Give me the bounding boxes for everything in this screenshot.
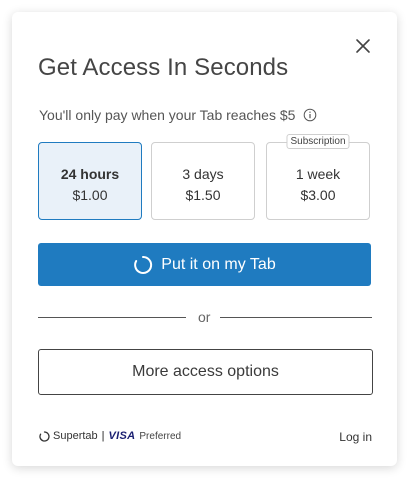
- option-price: $1.50: [185, 187, 221, 203]
- more-access-options-button[interactable]: More access options: [38, 349, 373, 395]
- dialog-subtitle: You'll only pay when your Tab reaches $5: [39, 107, 317, 123]
- brand-name: Supertab: [53, 430, 98, 442]
- access-dialog: Get Access In Seconds You'll only pay wh…: [12, 12, 397, 466]
- close-icon[interactable]: [355, 38, 371, 54]
- access-options: 24 hours $1.00 3 days $1.50 Subscription…: [38, 134, 372, 220]
- dialog-footer: Supertab | VISA Preferred Log in: [39, 430, 372, 446]
- visa-logo: VISA: [108, 430, 136, 442]
- spinner-icon: [133, 255, 153, 275]
- option-1-week[interactable]: Subscription 1 week $3.00: [266, 134, 370, 220]
- put-on-tab-button[interactable]: Put it on my Tab: [38, 243, 371, 286]
- visa-preferred-label: Preferred: [139, 430, 182, 442]
- brand-lockup: Supertab | VISA Preferred: [39, 430, 181, 442]
- option-duration: 1 week: [295, 166, 341, 182]
- divider-line-right: [220, 317, 372, 318]
- divider-line-left: [38, 317, 186, 318]
- or-divider: or: [38, 309, 372, 325]
- option-3-days[interactable]: 3 days $1.50: [151, 142, 255, 220]
- option-24-hours[interactable]: 24 hours $1.00: [38, 142, 142, 220]
- more-access-options-label: More access options: [132, 363, 279, 380]
- subtitle-text: You'll only pay when your Tab reaches $5: [39, 107, 296, 123]
- option-duration: 24 hours: [60, 166, 120, 182]
- brand-separator: |: [101, 430, 105, 442]
- info-icon[interactable]: [303, 108, 317, 122]
- login-link[interactable]: Log in: [339, 430, 372, 444]
- option-price: $1.00: [72, 187, 108, 203]
- subscription-badge: Subscription: [286, 134, 350, 149]
- dialog-title: Get Access In Seconds: [38, 54, 289, 81]
- put-on-tab-label: Put it on my Tab: [161, 255, 276, 273]
- supertab-logo-icon: [39, 430, 50, 442]
- option-price: $3.00: [300, 187, 336, 203]
- option-duration: 3 days: [182, 166, 224, 182]
- divider-label: or: [198, 309, 211, 325]
